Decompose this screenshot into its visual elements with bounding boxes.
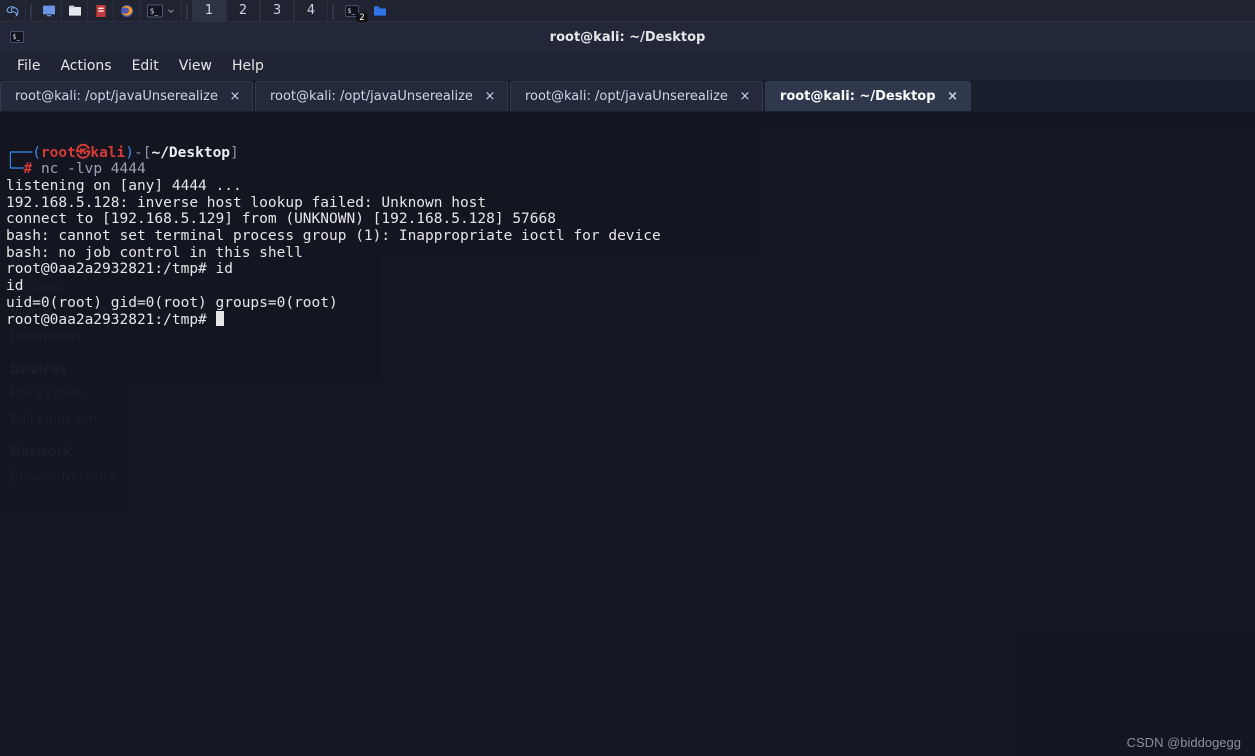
prompt-open: ┌──( [6, 145, 41, 161]
menu-view[interactable]: View [170, 54, 221, 78]
remote-prompt: root@0aa2a2932821:/tmp# [6, 312, 216, 328]
prompt-user: root [41, 145, 76, 161]
terminal-tab-1[interactable]: root@kali: /opt/javaUnserealize × [0, 81, 253, 111]
watermark-text: CSDN @biddogegg [1127, 735, 1241, 750]
terminal-output-area[interactable]: ┌──(root㉿kali)-[~/Desktop] └─# nc -lvp 4… [0, 112, 1255, 362]
workspace-3[interactable]: 3 [260, 0, 294, 22]
tab-close-icon[interactable]: × [946, 90, 960, 104]
prompt-line2: └─ [6, 161, 23, 177]
workspace-switcher: 1 2 3 4 [192, 0, 328, 22]
prompt-at: ㉿ [76, 145, 91, 161]
output-line: 192.168.5.128: inverse host lookup faile… [6, 195, 486, 211]
output-line: id [6, 278, 23, 294]
output-line: listening on [any] 4444 ... [6, 178, 242, 194]
output-line: connect to [192.168.5.129] from (UNKNOWN… [6, 211, 556, 227]
typed-command: nc -lvp 4444 [41, 161, 146, 177]
workspace-2[interactable]: 2 [226, 0, 260, 22]
window-titlebar[interactable]: $_ root@kali: ~/Desktop [0, 22, 1255, 52]
output-line: bash: no job control in this shell [6, 245, 303, 261]
terminal-launcher-icon[interactable]: $_ [140, 0, 182, 22]
tab-label: root@kali: /opt/javaUnserealize [15, 89, 218, 104]
tab-close-icon[interactable]: × [738, 90, 752, 104]
output-line: bash: cannot set terminal process group … [6, 228, 661, 244]
window-title: root@kali: ~/Desktop [550, 30, 706, 45]
svg-text:$_: $_ [12, 33, 20, 41]
output-line: uid=0(root) gid=0(root) groups=0(root) [6, 295, 338, 311]
panel-separator: | [328, 0, 338, 22]
file-manager-launcher-icon[interactable] [62, 0, 88, 22]
task-list: $_ 2 [338, 0, 394, 22]
firefox-launcher-icon[interactable] [114, 0, 140, 22]
tab-close-icon[interactable]: × [228, 90, 242, 104]
workspace-4[interactable]: 4 [294, 0, 328, 22]
terminal-tabbar: root@kali: /opt/javaUnserealize × root@k… [0, 80, 1255, 112]
tab-label: root@kali: ~/Desktop [780, 89, 936, 104]
prompt-host: kali [90, 145, 125, 161]
prompt-close-br: ] [230, 145, 239, 161]
top-panel: | $_ | 1 2 3 4 | $_ 2 [0, 0, 1255, 22]
tab-close-icon[interactable]: × [483, 90, 497, 104]
svg-text:$_: $_ [347, 7, 355, 15]
menu-actions[interactable]: Actions [51, 54, 120, 78]
terminal-cursor [216, 311, 224, 326]
prompt-close-paren: ) [125, 145, 134, 161]
prompt-cwd: ~/Desktop [151, 145, 230, 161]
terminal-tab-3[interactable]: root@kali: /opt/javaUnserealize × [510, 81, 763, 111]
kali-menu-icon[interactable] [0, 0, 26, 22]
show-desktop-icon[interactable] [36, 0, 62, 22]
menu-help[interactable]: Help [223, 54, 273, 78]
text-editor-launcher-icon[interactable] [88, 0, 114, 22]
svg-text:$_: $_ [149, 6, 158, 15]
terminal-viewport[interactable]: Music Pictures Videos Downloads Devices … [0, 112, 1255, 756]
task-folder-icon[interactable] [366, 0, 394, 22]
output-line: root@0aa2a2932821:/tmp# id [6, 261, 233, 277]
terminal-tab-2[interactable]: root@kali: /opt/javaUnserealize × [255, 81, 508, 111]
menubar: File Actions Edit View Help [0, 52, 1255, 80]
terminal-tab-4[interactable]: root@kali: ~/Desktop × [765, 81, 971, 111]
tab-label: root@kali: /opt/javaUnserealize [525, 89, 728, 104]
panel-separator: | [26, 0, 36, 22]
menu-file[interactable]: File [8, 54, 49, 78]
panel-separator: | [182, 0, 192, 22]
workspace-1[interactable]: 1 [192, 0, 226, 22]
tab-label: root@kali: /opt/javaUnserealize [270, 89, 473, 104]
task-terminal-icon[interactable]: $_ 2 [338, 0, 366, 22]
menu-edit[interactable]: Edit [123, 54, 168, 78]
prompt-hash: # [23, 161, 32, 177]
prompt-dash: -[ [134, 145, 151, 161]
window-app-icon: $_ [8, 28, 26, 46]
